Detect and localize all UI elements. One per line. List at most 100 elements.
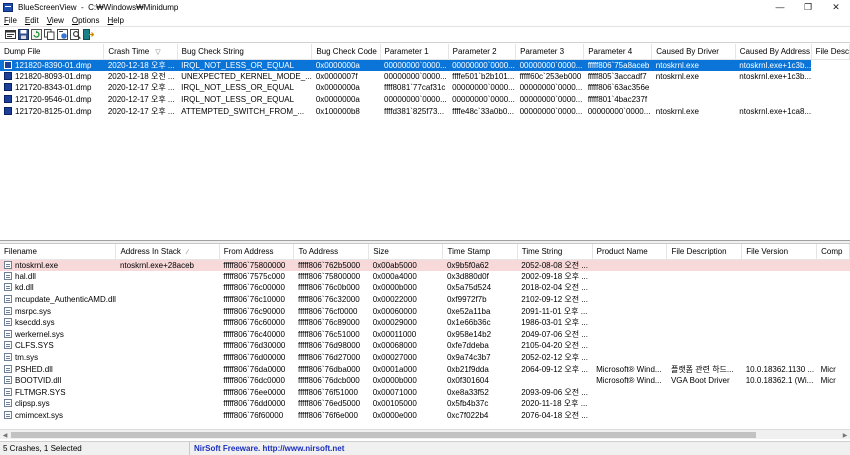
cell-text: FLTMGR.SYS	[15, 387, 66, 397]
table-cell	[116, 375, 219, 387]
driver-row[interactable]: mcupdate_AuthenticAMD.dll fffff806`76c100…	[0, 294, 850, 306]
dump-file-icon	[4, 71, 12, 80]
nirsoft-link[interactable]: NirSoft Freeware. http://www.nirsoft.net	[190, 444, 344, 453]
table-cell: fffff806`76dba000	[294, 363, 369, 375]
crash-row[interactable]: 121720-9546-01.dmp 2020-12-17 오후 ... IRQL_…	[0, 94, 850, 106]
driver-row[interactable]: tm.sys fffff806`76d00000 fffff806`76d27000…	[0, 352, 850, 364]
table-cell: 2093-09-06 오전 ...	[517, 387, 592, 399]
column-header[interactable]: Time String	[517, 244, 593, 260]
driver-row[interactable]: FLTMGR.SYS fffff806`76ee0000 fffff806`76f5…	[0, 387, 850, 399]
driver-row[interactable]: cmimcext.sys fffff806`76f60000 fffff806`76…	[0, 410, 850, 422]
driver-row[interactable]: CLFS.SYS fffff806`76d30000 fffff806`76d980…	[0, 340, 850, 352]
column-header[interactable]: To Address	[293, 244, 370, 260]
menu-help[interactable]: Help	[104, 16, 128, 25]
scroll-left-icon[interactable]: ◀	[0, 430, 10, 440]
table-cell: 00000000`0000...	[448, 94, 515, 106]
column-header-label: Parameter 1	[384, 46, 429, 56]
cell-text: fffff806`76c90000	[223, 306, 285, 316]
table-cell: fffff806`75800000	[294, 271, 369, 283]
column-header[interactable]: Bug Check String	[177, 44, 313, 60]
table-cell	[592, 340, 667, 352]
cell-text: fffff806`7575c000	[223, 271, 285, 281]
menu-options[interactable]: Options	[68, 16, 104, 25]
driver-row[interactable]: werkernel.sys fffff806`76c40000 fffff806`7…	[0, 329, 850, 341]
cell-text: fffff806`76d00000	[223, 353, 286, 363]
column-header[interactable]: Dump File	[0, 44, 105, 60]
cell-text: ntoskrnl.exe+1c3b...	[739, 71, 812, 81]
table-cell: 00000000`0000...	[380, 94, 448, 106]
close-button[interactable]: ✕	[822, 0, 850, 14]
column-header-label: From Address	[223, 246, 274, 256]
column-header[interactable]: Product Name	[592, 244, 668, 260]
driver-row[interactable]: ntoskrnl.exe ntoskrnl.exe+28aceb fffff806`…	[0, 259, 850, 271]
crash-row[interactable]: 121820-8093-01.dmp 2020-12-18 오전 ... UNEXP…	[0, 71, 850, 83]
column-header[interactable]: Bug Check Code	[311, 44, 381, 60]
horizontal-scrollbar[interactable]: ◀ ▶	[0, 429, 850, 439]
driver-row[interactable]: kd.dll fffff806`76c00000 fffff806`76c0b000…	[0, 282, 850, 294]
find-icon[interactable]	[70, 29, 81, 40]
driver-row[interactable]: msrpc.sys fffff806`76c90000 fffff806`76cf0…	[0, 305, 850, 317]
table-cell: 0x00011000	[369, 329, 443, 341]
cell-text: 0x3d880d0f	[446, 271, 489, 281]
column-header[interactable]: Parameter 2	[448, 44, 517, 60]
column-header[interactable]: Parameter 3	[515, 44, 585, 60]
table-cell: fffff806`76d98000	[294, 340, 369, 352]
table-cell: IRQL_NOT_LESS_OR_EQUAL	[177, 59, 312, 71]
crash-row[interactable]: 121820-8390-01.dmp 2020-12-18 오후 ... IRQL_…	[0, 59, 850, 71]
properties-icon[interactable]	[5, 29, 16, 40]
cell-text: cmimcext.sys	[15, 411, 63, 421]
driver-row[interactable]: BOOTVID.dll fffff806`76dc0000 fffff806`76d…	[0, 375, 850, 387]
table-cell: 121720-9546-01.dmp	[0, 94, 104, 106]
cell-text: 00000000`0000...	[587, 106, 651, 116]
table-cell: fffff806`76c51000	[294, 329, 369, 341]
column-header[interactable]: Size	[368, 244, 444, 260]
column-header[interactable]: File Version	[741, 244, 818, 260]
column-header[interactable]: Time Stamp	[442, 244, 518, 260]
table-cell: BOOTVID.dll	[0, 375, 116, 387]
cell-text: 0x0000b000	[372, 283, 417, 293]
table-cell: 2049-07-06 오전 ...	[517, 329, 592, 341]
driver-row[interactable]: hal.dll fffff806`7575c000 fffff806`7580000…	[0, 271, 850, 283]
cell-text: 0x0000000a	[315, 83, 360, 93]
menu-file[interactable]: File	[0, 16, 21, 25]
crash-row[interactable]: 121720-8343-01.dmp 2020-12-17 오후 ... IRQL_…	[0, 82, 850, 94]
column-header[interactable]: Parameter 1	[380, 44, 449, 60]
table-cell	[116, 410, 219, 422]
driver-row[interactable]: PSHED.dll fffff806`76da0000 fffff806`76dba…	[0, 363, 850, 375]
column-header[interactable]: File Desc	[811, 44, 850, 60]
exit-icon[interactable]	[83, 29, 94, 40]
column-header[interactable]: File Description	[666, 244, 743, 260]
cell-text: 0x00060000	[372, 306, 417, 316]
column-header[interactable]: Comp	[816, 244, 850, 260]
minimize-button[interactable]: —	[766, 0, 794, 14]
menu-view[interactable]: View	[43, 16, 68, 25]
scrollbar-thumb[interactable]	[11, 432, 756, 438]
title-bar: BlueScreenView - C:₩Windows₩Minidump — ❐…	[0, 0, 850, 14]
table-cell	[116, 363, 219, 375]
table-cell: 00000000`0000...	[516, 82, 584, 94]
column-header[interactable]: From Address	[219, 244, 295, 260]
html-report-icon[interactable]	[57, 29, 68, 40]
maximize-button[interactable]: ❐	[794, 0, 822, 14]
crash-row[interactable]: 121720-8125-01.dmp 2020-12-17 오후 ... ATTEM…	[0, 105, 850, 117]
cell-text: ffffe48c`33a0b0...	[452, 106, 514, 116]
driver-row[interactable]: clipsp.sys fffff806`76dd0000 fffff806`76ed…	[0, 398, 850, 410]
driver-list-pane: Filename Address In Stack ∕ From Address To …	[0, 244, 850, 439]
column-header[interactable]: Filename	[0, 244, 117, 260]
column-header[interactable]: Parameter 4	[583, 44, 653, 60]
menu-edit[interactable]: Edit	[21, 16, 43, 25]
refresh-icon[interactable]	[31, 29, 42, 40]
driver-file-icon	[4, 411, 12, 420]
table-cell	[817, 387, 850, 399]
scroll-right-icon[interactable]: ▶	[840, 430, 850, 440]
cell-text: ffffd381`825f73...	[384, 106, 445, 116]
column-header[interactable]: Crash Time ▽	[103, 44, 178, 60]
table-cell	[666, 259, 742, 271]
column-header[interactable]: Caused By Address	[735, 44, 812, 60]
column-header[interactable]: Address In Stack ∕	[115, 244, 220, 260]
save-icon[interactable]	[18, 29, 29, 40]
driver-row[interactable]: ksecdd.sys fffff806`76c60000 fffff806`76c8…	[0, 317, 850, 329]
copy-icon[interactable]	[44, 29, 55, 40]
column-header[interactable]: Caused By Driver	[651, 44, 736, 60]
column-header-label: Address In Stack	[120, 246, 181, 256]
